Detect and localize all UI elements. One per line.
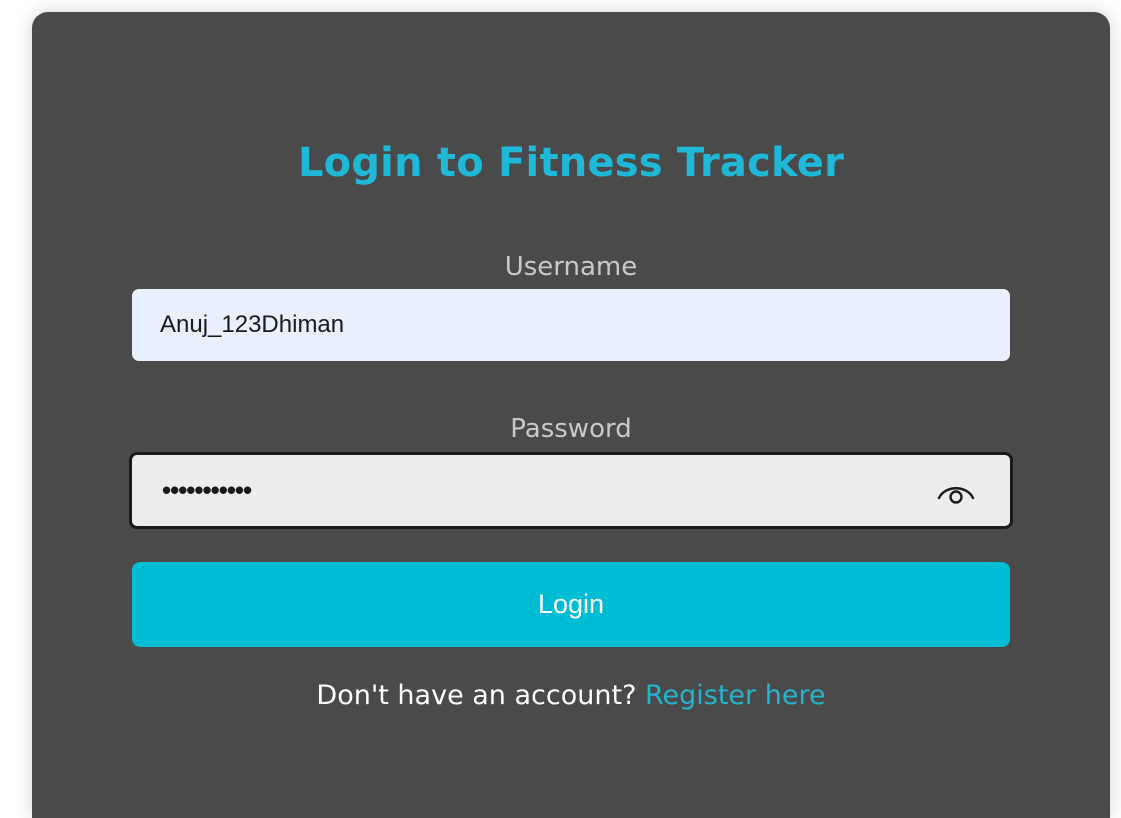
username-label: Username xyxy=(504,252,638,282)
register-prompt-text: Don't have an account? xyxy=(316,680,645,711)
username-field[interactable]: Anuj_123Dhiman xyxy=(132,289,1010,361)
register-prompt: Don't have an account? Register here xyxy=(32,680,1110,711)
password-field[interactable]: ••••••••••• xyxy=(129,452,1013,529)
login-button[interactable]: Login xyxy=(132,562,1010,647)
page-title: Login to Fitness Tracker xyxy=(297,140,845,186)
password-label: Password xyxy=(510,414,632,444)
username-value: Anuj_123Dhiman xyxy=(160,311,345,338)
password-value: ••••••••••• xyxy=(162,475,252,505)
page: Login to Fitness Tracker Username Anuj_1… xyxy=(0,0,1121,818)
login-card: Login to Fitness Tracker Username Anuj_1… xyxy=(32,12,1110,818)
register-link[interactable]: Register here xyxy=(645,680,826,711)
eye-icon[interactable] xyxy=(934,477,978,505)
